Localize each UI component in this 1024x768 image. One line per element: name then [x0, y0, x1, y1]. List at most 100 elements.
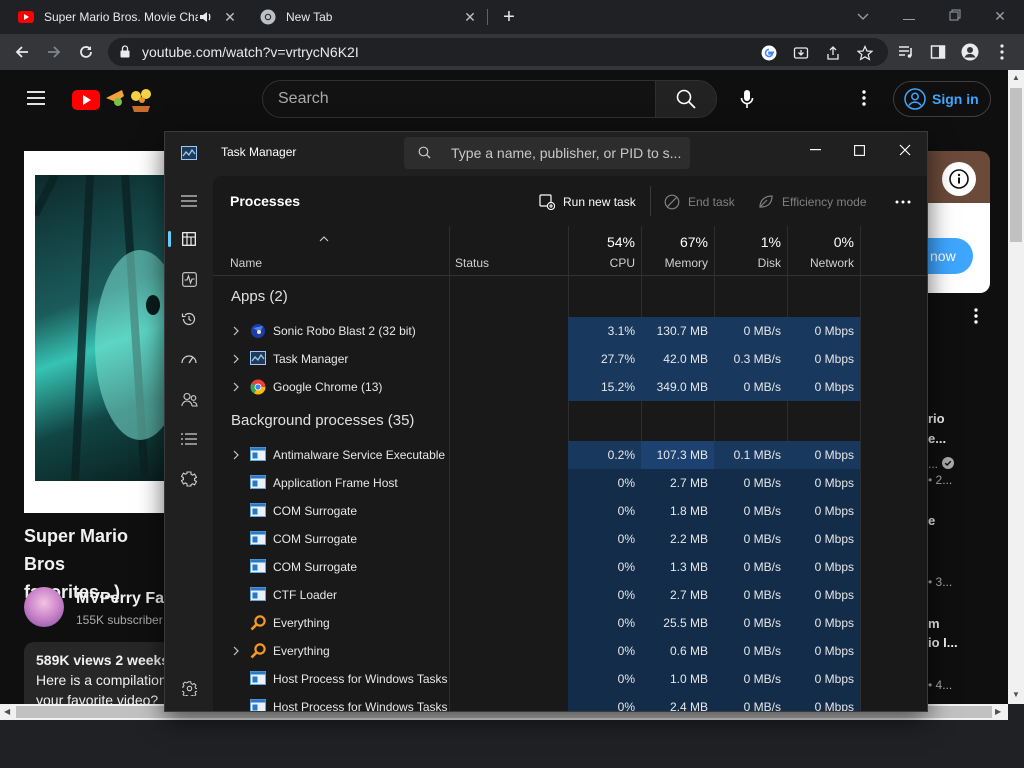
expand-chevron-icon[interactable]: [231, 645, 241, 657]
end-task-button[interactable]: End task: [664, 190, 735, 214]
process-search-input[interactable]: Type a name, publisher, or PID to s...: [404, 137, 690, 169]
process-disk-cell: 0 MB/s: [714, 317, 787, 345]
column-header-disk[interactable]: 1% Disk: [714, 226, 787, 276]
process-row[interactable]: Google Chrome (13) 15.2% 349.0 MB 0 MB/s 0 M…: [213, 373, 913, 401]
recommendation-title[interactable]: io I...: [928, 635, 958, 650]
video-player[interactable]: [24, 151, 174, 513]
process-row[interactable]: Antimalware Service Executable 0.2% 107.3 …: [213, 441, 913, 469]
process-row[interactable]: CTF Loader 0% 2.7 MB 0 MB/s 0 Mbps: [213, 581, 913, 609]
process-row[interactable]: Task Manager 27.7% 42.0 MB 0.3 MB/s 0 Mbps: [213, 345, 913, 373]
process-row[interactable]: COM Surrogate 0% 2.2 MB 0 MB/s 0 Mbps: [213, 525, 913, 553]
google-icon[interactable]: [760, 44, 778, 62]
toolbar-divider: [650, 186, 651, 216]
close-tab-icon[interactable]: ✕: [462, 9, 478, 25]
process-row[interactable]: Host Process for Windows Tasks 0% 2.4 MB 0 …: [213, 693, 913, 711]
hamburger-menu-icon[interactable]: [26, 90, 46, 111]
search-placeholder: Search: [278, 90, 329, 107]
process-row[interactable]: Everything 0% 25.5 MB 0 MB/s 0 Mbps: [213, 609, 913, 637]
everything-icon: [250, 643, 266, 659]
recommendation-title[interactable]: e: [928, 513, 935, 528]
run-new-task-label: Run new task: [563, 195, 636, 209]
column-header-name[interactable]: Name: [224, 226, 449, 276]
minimize-icon[interactable]: [897, 4, 921, 28]
expand-chevron-icon[interactable]: [231, 325, 241, 337]
microphone-icon[interactable]: [728, 80, 766, 118]
window-icon: [250, 531, 266, 547]
browser-tab-newtab[interactable]: New Tab ✕: [250, 0, 486, 34]
process-disk-cell: 0 MB/s: [714, 637, 787, 665]
services-icon[interactable]: [177, 467, 201, 491]
page-vertical-scrollbar[interactable]: ▲ ▼: [1008, 70, 1024, 704]
sign-in-button[interactable]: Sign in: [893, 81, 991, 117]
column-header-cpu[interactable]: 54% CPU: [568, 226, 641, 276]
task-manager-window[interactable]: Task Manager Type a name, publisher, or …: [164, 131, 928, 712]
youtube-search-button[interactable]: [655, 80, 717, 118]
browser-tab-youtube[interactable]: Super Mario Bros. Movie Cha ✕: [8, 0, 246, 34]
speaker-icon[interactable]: [198, 9, 214, 25]
chrome-menu-icon[interactable]: [990, 40, 1014, 64]
efficiency-mode-button[interactable]: Efficiency mode: [758, 190, 867, 214]
share-icon[interactable]: [824, 44, 842, 62]
media-control-icon[interactable]: [894, 40, 918, 64]
performance-icon[interactable]: [177, 267, 201, 291]
hamburger-menu-icon[interactable]: [177, 189, 201, 213]
processes-icon[interactable]: [177, 227, 201, 251]
video-description[interactable]: 589K views 2 weeks Here is a compilation…: [24, 642, 174, 704]
more-actions-icon[interactable]: [966, 306, 986, 326]
minimize-icon[interactable]: [800, 136, 830, 164]
process-row[interactable]: Sonic Robo Blast 2 (32 bit) 3.1% 130.7 MB 0…: [213, 317, 913, 345]
settings-kebab-icon[interactable]: [852, 86, 876, 110]
profile-icon[interactable]: [958, 40, 982, 64]
channel-name[interactable]: MVPerry Far: [76, 590, 170, 608]
scrollbar-thumb[interactable]: [1010, 88, 1022, 242]
process-row[interactable]: Application Frame Host 0% 2.7 MB 0 MB/s 0 Mb…: [213, 469, 913, 497]
side-panel-icon[interactable]: [926, 40, 950, 64]
search-icon: [676, 89, 696, 109]
install-icon[interactable]: [792, 44, 810, 62]
settings-gear-icon[interactable]: [177, 676, 201, 700]
back-button[interactable]: [10, 40, 34, 64]
close-window-icon[interactable]: ✕: [988, 4, 1012, 28]
maximize-icon[interactable]: [844, 136, 874, 164]
youtube-search-input[interactable]: Search: [262, 80, 656, 118]
expand-chevron-icon[interactable]: [231, 381, 241, 393]
tab-title: Super Mario Bros. Movie Cha: [44, 10, 198, 24]
process-row[interactable]: COM Surrogate 0% 1.3 MB 0 MB/s 0 Mbps: [213, 553, 913, 581]
users-icon[interactable]: [177, 387, 201, 411]
more-options-icon[interactable]: [893, 192, 913, 212]
process-row[interactable]: COM Surrogate 0% 1.8 MB 0 MB/s 0 Mbps: [213, 497, 913, 525]
forward-button[interactable]: [42, 40, 66, 64]
ad-cta-button[interactable]: now: [928, 238, 973, 274]
column-header-status[interactable]: Status: [449, 226, 568, 276]
lock-icon[interactable]: [120, 45, 130, 63]
column-header-network[interactable]: 0% Network: [787, 226, 860, 276]
expand-chevron-icon[interactable]: [231, 353, 241, 365]
expand-chevron-icon[interactable]: [231, 449, 241, 461]
app-history-icon[interactable]: [177, 307, 201, 331]
process-row[interactable]: Everything 0% 0.6 MB 0 MB/s 0 Mbps: [213, 637, 913, 665]
tab-search-icon[interactable]: [851, 4, 875, 28]
close-tab-icon[interactable]: ✕: [222, 9, 238, 25]
youtube-logo[interactable]: [72, 86, 158, 117]
reload-button[interactable]: [74, 40, 98, 64]
close-icon[interactable]: [890, 136, 920, 164]
end-task-label: End task: [688, 195, 735, 209]
task-manager-titlebar[interactable]: Task Manager Type a name, publisher, or …: [165, 132, 927, 176]
new-tab-button[interactable]: +: [498, 6, 520, 28]
run-new-task-button[interactable]: Run new task: [539, 190, 636, 214]
channel-avatar[interactable]: [24, 587, 64, 627]
details-icon[interactable]: [177, 427, 201, 451]
bookmark-star-icon[interactable]: [856, 44, 874, 62]
recommendation-title[interactable]: rio: [928, 411, 945, 426]
column-header-memory[interactable]: 67% Memory: [641, 226, 714, 276]
address-bar[interactable]: youtube.com/watch?v=vrtrycN6K2I: [108, 38, 888, 66]
video-frame[interactable]: [35, 175, 174, 481]
process-row[interactable]: Host Process for Windows Tasks 0% 1.0 MB 0 …: [213, 665, 913, 693]
process-disk-cell: 0 MB/s: [714, 581, 787, 609]
restore-icon[interactable]: [943, 4, 967, 28]
process-cpu-cell: 0%: [568, 497, 641, 525]
info-icon[interactable]: [942, 162, 976, 196]
recommendation-title[interactable]: m: [928, 616, 940, 631]
startup-apps-icon[interactable]: [177, 347, 201, 371]
recommendation-title[interactable]: e...: [928, 431, 946, 446]
